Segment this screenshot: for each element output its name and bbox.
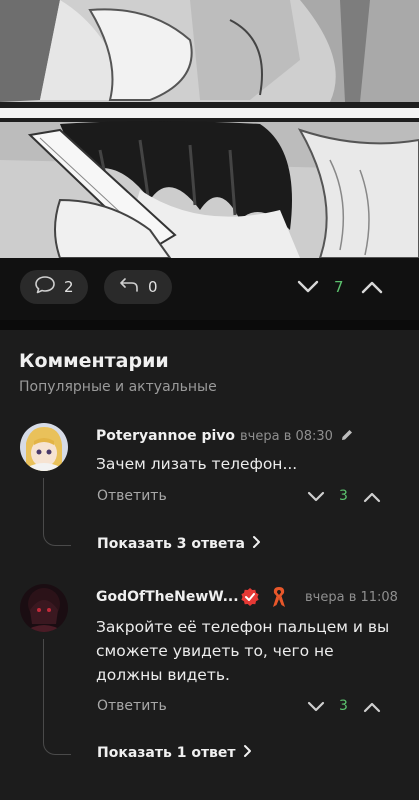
- comment-icon: [34, 275, 64, 299]
- thread-line: [43, 639, 71, 755]
- show-replies-button[interactable]: Показать 1 ответ: [97, 744, 252, 762]
- upvote-icon[interactable]: [362, 699, 382, 718]
- comment-time: вчера в 08:30: [240, 429, 333, 444]
- upvote-icon[interactable]: [362, 489, 382, 508]
- repost-button[interactable]: 0: [104, 270, 172, 304]
- comment-author[interactable]: GodOfTheNewW...: [96, 589, 239, 605]
- section-divider: [0, 320, 419, 330]
- downvote-icon[interactable]: [296, 278, 320, 300]
- reply-button[interactable]: Ответить: [97, 488, 167, 504]
- downvote-icon[interactable]: [306, 699, 326, 718]
- show-replies-label: Показать 3 ответа: [97, 536, 245, 552]
- comments-count: 2: [64, 278, 74, 296]
- comments-section: Комментарии Популярные и актуальные Pote…: [0, 330, 419, 800]
- comments-button[interactable]: 2: [20, 270, 88, 304]
- post-rating: 7: [334, 278, 344, 296]
- comments-title: Комментарии: [19, 350, 169, 372]
- post-actions-bar: 2 0 7: [0, 258, 419, 320]
- show-replies-label: Показать 1 ответ: [97, 745, 236, 761]
- comment-rating: 3: [339, 698, 348, 714]
- chevron-right-icon: [236, 744, 252, 762]
- ribbon-icon: [270, 585, 288, 613]
- upvote-icon[interactable]: [360, 278, 384, 300]
- thread-line: [43, 478, 71, 546]
- comment-rating: 3: [339, 488, 348, 504]
- reply-button[interactable]: Ответить: [97, 698, 167, 714]
- post-image[interactable]: [0, 0, 419, 258]
- chevron-right-icon: [245, 535, 261, 553]
- comment-time: вчера в 11:08: [305, 590, 398, 605]
- comment-text: Закройте её телефон пальцем и вы сможете…: [96, 618, 390, 684]
- repost-icon: [118, 275, 148, 299]
- avatar[interactable]: [20, 584, 68, 632]
- edit-pencil-icon: [340, 427, 354, 446]
- reposts-count: 0: [148, 278, 158, 296]
- comments-subtitle: Популярные и актуальные: [19, 379, 217, 395]
- verified-badge-icon: [240, 587, 260, 611]
- comment-author[interactable]: Poteryannoe pivo: [96, 428, 235, 444]
- downvote-icon[interactable]: [306, 489, 326, 508]
- comment-text: Зачем лизать телефон...: [96, 455, 298, 473]
- avatar[interactable]: [20, 423, 68, 471]
- show-replies-button[interactable]: Показать 3 ответа: [97, 535, 261, 553]
